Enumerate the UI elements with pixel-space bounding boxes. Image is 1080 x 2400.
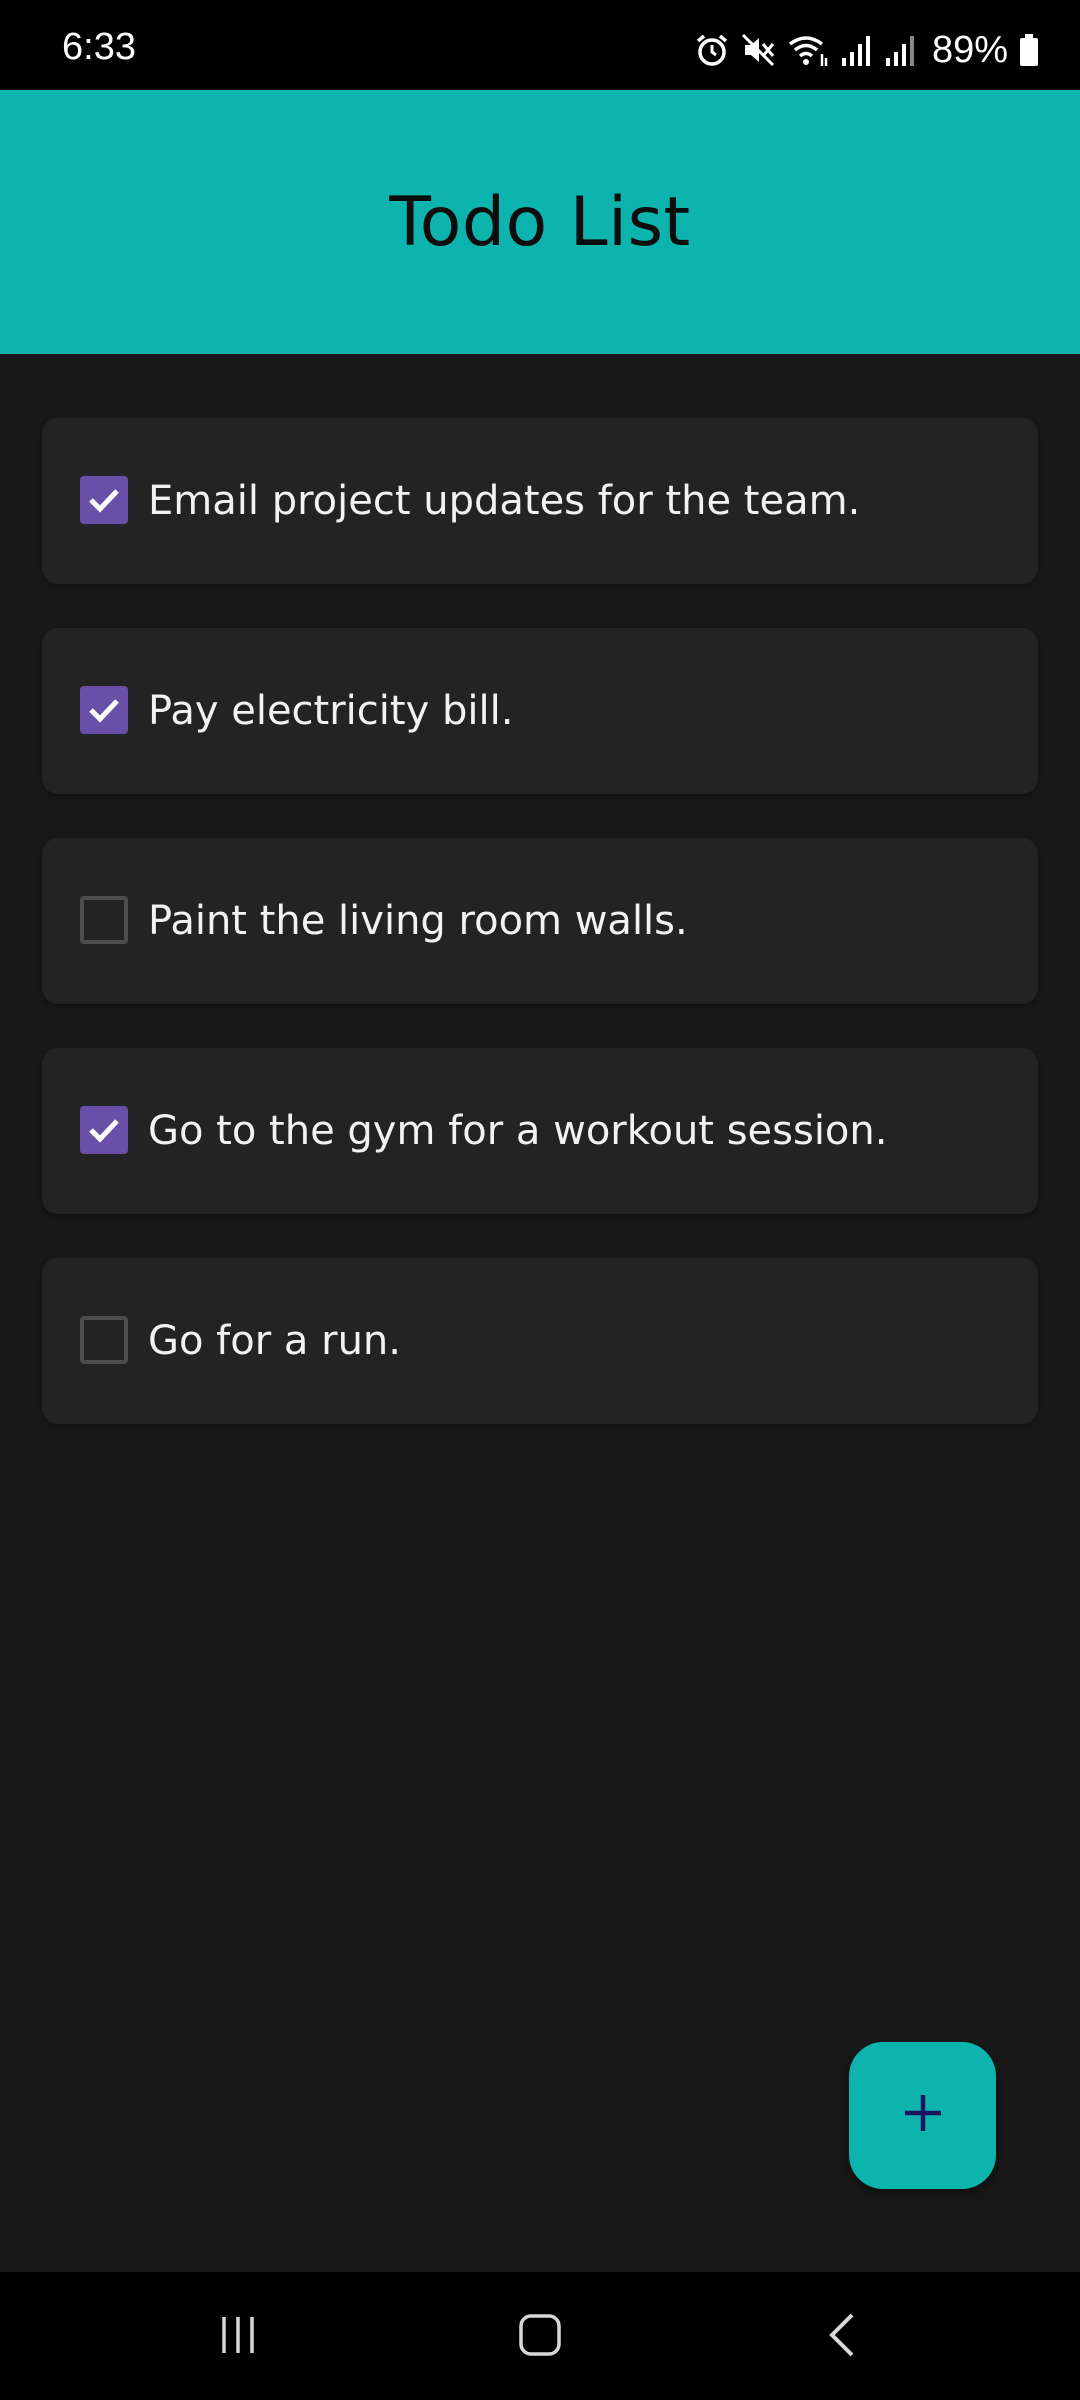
battery-percentage: 89% (931, 29, 1008, 71)
recent-apps-icon (216, 2313, 260, 2362)
todo-checkbox[interactable] (80, 1106, 128, 1154)
checkmark-icon (89, 489, 119, 513)
todo-text: Pay electricity bill. (148, 688, 514, 734)
checkmark-icon (89, 699, 119, 723)
signal-icon (840, 32, 874, 68)
todo-item[interactable]: Pay electricity bill. (42, 628, 1038, 794)
todo-item[interactable]: Paint the living room walls. (42, 838, 1038, 1004)
status-time: 6:33 (62, 26, 136, 68)
home-icon (518, 2313, 562, 2362)
todo-item[interactable]: Go for a run. (42, 1258, 1038, 1424)
todo-text: Go for a run. (148, 1318, 401, 1364)
todo-checkbox[interactable] (80, 896, 128, 944)
signal-icon (884, 32, 918, 68)
todo-item[interactable]: Go to the gym for a workout session. (42, 1048, 1038, 1214)
todo-checkbox[interactable] (80, 686, 128, 734)
mute-icon (740, 32, 776, 68)
wifi-icon (786, 32, 830, 68)
todo-app-screen: 6:33 89% Todo List Email project updates… (0, 0, 1080, 2400)
recent-apps-button[interactable] (198, 2302, 278, 2372)
app-bar: Todo List (0, 90, 1080, 354)
todo-text: Paint the living room walls. (148, 898, 688, 944)
todo-text: Email project updates for the team. (148, 478, 861, 524)
todo-checkbox[interactable] (80, 1316, 128, 1364)
todo-item[interactable]: Email project updates for the team. (42, 418, 1038, 584)
system-navigation-bar (0, 2272, 1080, 2400)
status-icons: 89% (694, 30, 1040, 70)
alarm-icon (694, 32, 730, 68)
home-button[interactable] (500, 2302, 580, 2372)
checkmark-icon (89, 1119, 119, 1143)
plus-icon (901, 2091, 945, 2140)
page-title: Todo List (389, 182, 691, 262)
back-button[interactable] (802, 2302, 882, 2372)
add-todo-button[interactable] (849, 2042, 996, 2189)
todo-checkbox[interactable] (80, 476, 128, 524)
back-icon (820, 2311, 864, 2364)
todo-list: Email project updates for the team. Pay … (42, 418, 1038, 1468)
status-bar: 6:33 89% (0, 0, 1080, 90)
todo-text: Go to the gym for a workout session. (148, 1108, 888, 1154)
battery-icon (1018, 32, 1040, 68)
